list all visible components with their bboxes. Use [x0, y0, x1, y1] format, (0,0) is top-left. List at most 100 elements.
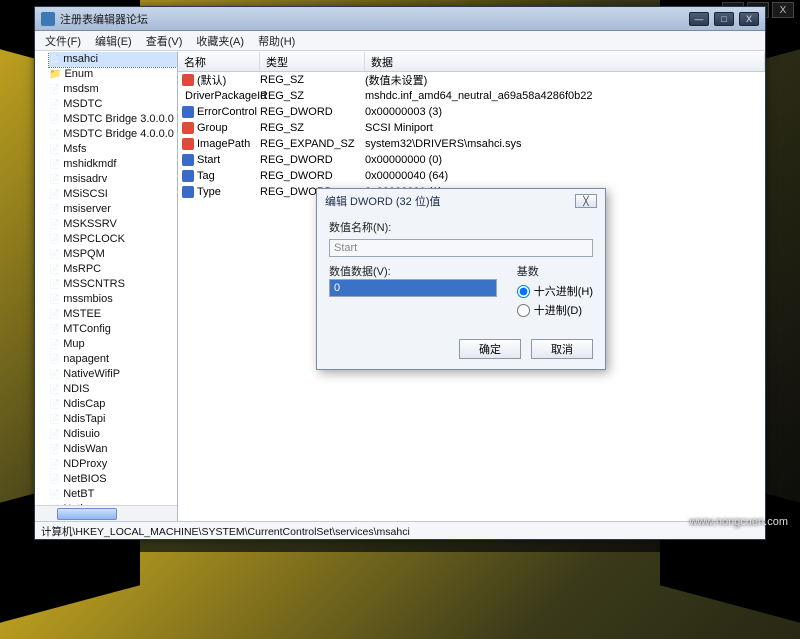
radio-dec[interactable]: 十进制(D)	[517, 302, 593, 318]
tree-item-napagent[interactable]: napagent	[49, 352, 177, 367]
titlebar[interactable]: 注册表编辑器论坛 — □ X	[35, 7, 765, 31]
tree-item-mspqm[interactable]: MSPQM	[49, 247, 177, 262]
tree-item-nativewifip[interactable]: NativeWifiP	[49, 367, 177, 382]
tree-item-ndisuio[interactable]: Ndisuio	[49, 427, 177, 442]
tree-item-msfs[interactable]: Msfs	[49, 142, 177, 157]
tree-item-ndiscap[interactable]: NdisCap	[49, 397, 177, 412]
dword-value-icon	[182, 154, 194, 166]
value-row[interactable]: DriverPackageIdREG_SZmshdc.inf_amd64_neu…	[178, 88, 765, 104]
value-type: REG_EXPAND_SZ	[260, 138, 365, 150]
menu-help[interactable]: 帮助(H)	[252, 32, 301, 50]
radio-dec-input[interactable]	[517, 304, 530, 317]
value-name: Type	[197, 186, 221, 198]
bg-close-button[interactable]: X	[772, 2, 794, 18]
dword-value-icon	[182, 106, 194, 118]
app-icon	[41, 12, 55, 26]
value-data: (数值未设置)	[365, 72, 765, 88]
tree-item-msiscsi[interactable]: MSiSCSI	[49, 187, 177, 202]
menu-edit[interactable]: 编辑(E)	[89, 32, 138, 50]
tree-item-netbt[interactable]: NetBT	[49, 487, 177, 502]
value-type: REG_SZ	[260, 90, 365, 102]
watermark: www.nongcuen.com	[690, 516, 788, 528]
statusbar-path: 计算机\HKEY_LOCAL_MACHINE\SYSTEM\CurrentCon…	[35, 521, 765, 539]
value-data: system32\DRIVERS\msahci.sys	[365, 138, 765, 150]
radio-hex[interactable]: 十六进制(H)	[517, 283, 593, 299]
string-value-icon	[182, 138, 194, 150]
value-row[interactable]: Start REG_DWORD0x00000000 (0)	[178, 152, 765, 168]
value-row[interactable]: ImagePath REG_EXPAND_SZsystem32\DRIVERS\m…	[178, 136, 765, 152]
tree-item-mtconfig[interactable]: MTConfig	[49, 322, 177, 337]
value-type: REG_DWORD	[260, 170, 365, 182]
col-name[interactable]: 名称	[178, 52, 260, 71]
radio-dec-label: 十进制(D)	[534, 302, 582, 318]
tree-item-ndis[interactable]: NDIS	[49, 382, 177, 397]
tree-item-msdsm[interactable]: msdsm	[49, 82, 177, 97]
menu-favorites[interactable]: 收藏夹(A)	[190, 32, 250, 50]
dialog-close-button[interactable]: ╳	[575, 194, 597, 208]
window-title: 注册表编辑器论坛	[60, 11, 148, 27]
tree-item-ndiswan[interactable]: NdisWan	[49, 442, 177, 457]
tree-item-mspclock[interactable]: MSPCLOCK	[49, 232, 177, 247]
tree-item-msdtc-bridge-3-0-0-0[interactable]: MSDTC Bridge 3.0.0.0	[49, 112, 177, 127]
value-row[interactable]: (默认) REG_SZ(数值未设置)	[178, 72, 765, 88]
edit-dword-dialog: 编辑 DWORD (32 位)值 ╳ 数值名称(N): 数值数据(V): 基数 …	[316, 188, 606, 370]
value-data: 0x00000000 (0)	[365, 154, 765, 166]
menubar: 文件(F) 编辑(E) 查看(V) 收藏夹(A) 帮助(H)	[35, 31, 765, 51]
value-data-input[interactable]	[329, 279, 497, 297]
maximize-button[interactable]: □	[714, 12, 734, 26]
value-row[interactable]: GroupREG_SZSCSI Miniport	[178, 120, 765, 136]
col-data[interactable]: 数据	[365, 52, 765, 71]
menu-file[interactable]: 文件(F)	[39, 32, 87, 50]
dialog-title: 编辑 DWORD (32 位)值	[325, 193, 441, 209]
tree-item-mstee[interactable]: MSTEE	[49, 307, 177, 322]
tree-item-msscntrs[interactable]: MSSCNTRS	[49, 277, 177, 292]
list-header: 名称 类型 数据	[178, 52, 765, 72]
close-button[interactable]: X	[739, 12, 759, 26]
value-type: REG_SZ	[260, 74, 365, 86]
value-name: Group	[197, 122, 228, 134]
tree-item-msahci[interactable]: msahci	[49, 52, 177, 67]
value-row[interactable]: ErrorControlREG_DWORD0x00000003 (3)	[178, 104, 765, 120]
tree-item-netbios[interactable]: NetBIOS	[49, 472, 177, 487]
tree-item-msdtc[interactable]: MSDTC	[49, 97, 177, 112]
value-name: Tag	[197, 170, 215, 182]
value-row[interactable]: Tag REG_DWORD0x00000040 (64)	[178, 168, 765, 184]
value-name: ErrorControl	[197, 106, 257, 118]
cancel-button[interactable]: 取消	[531, 339, 593, 359]
value-name-label: 数值名称(N):	[329, 219, 593, 235]
value-type: REG_DWORD	[260, 154, 365, 166]
tree-item-msisadrv[interactable]: msisadrv	[49, 172, 177, 187]
base-label: 基数	[517, 266, 539, 278]
col-type[interactable]: 类型	[260, 52, 365, 71]
value-name: ImagePath	[197, 138, 250, 150]
tree-item-mskssrv[interactable]: MSKSSRV	[49, 217, 177, 232]
tree-item-ndproxy[interactable]: NDProxy	[49, 457, 177, 472]
radio-hex-input[interactable]	[517, 285, 530, 298]
tree-item-mshidkmdf[interactable]: mshidkmdf	[49, 157, 177, 172]
string-value-icon	[182, 122, 194, 134]
dialog-titlebar[interactable]: 编辑 DWORD (32 位)值 ╳	[317, 189, 605, 213]
value-name: Start	[197, 154, 220, 166]
registry-tree[interactable]: msahciEnummsdsmMSDTCMSDTC Bridge 3.0.0.0…	[35, 52, 178, 521]
value-data: mshdc.inf_amd64_neutral_a69a58a4286f0b22	[365, 90, 765, 102]
tree-item-mssmbios[interactable]: mssmbios	[49, 292, 177, 307]
tree-item-ndistapi[interactable]: NdisTapi	[49, 412, 177, 427]
tree-item-msrpc[interactable]: MsRPC	[49, 262, 177, 277]
value-name-input	[329, 239, 593, 257]
tree-item-msdtc-bridge-4-0-0-0[interactable]: MSDTC Bridge 4.0.0.0	[49, 127, 177, 142]
value-data: 0x00000040 (64)	[365, 170, 765, 182]
ok-button[interactable]: 确定	[459, 339, 521, 359]
dword-value-icon	[182, 170, 194, 182]
radio-hex-label: 十六进制(H)	[534, 283, 593, 299]
tree-scroll-thumb[interactable]	[57, 508, 117, 520]
tree-item-mup[interactable]: Mup	[49, 337, 177, 352]
tree-item-msiserver[interactable]: msiserver	[49, 202, 177, 217]
value-data-label: 数值数据(V):	[329, 266, 391, 278]
tree-item-enum[interactable]: Enum	[49, 67, 177, 82]
dword-value-icon	[182, 186, 194, 198]
tree-horizontal-scrollbar[interactable]	[35, 505, 177, 521]
menu-view[interactable]: 查看(V)	[140, 32, 189, 50]
value-name: DriverPackageId	[185, 90, 266, 102]
minimize-button[interactable]: —	[689, 12, 709, 26]
value-name: (默认)	[197, 72, 226, 88]
